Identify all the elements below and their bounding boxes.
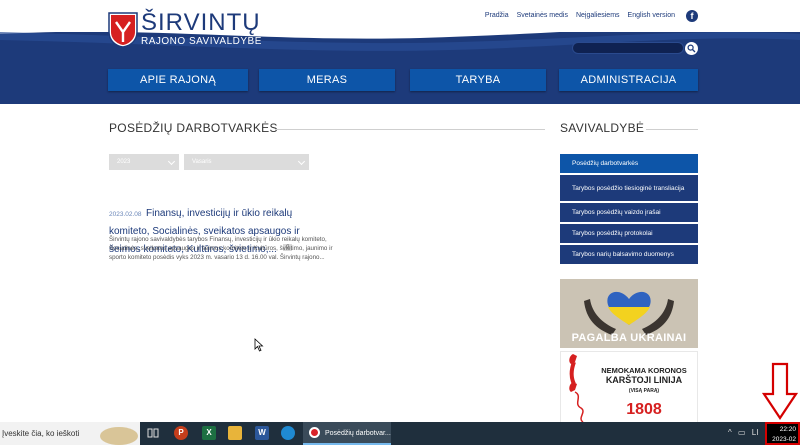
powerpoint-icon[interactable]: P [174,426,188,440]
corona-hotline-banner[interactable]: NEMOKAMA KORONOS KARŠTOJI LINIJA (VISĄ P… [560,351,698,423]
main-navigation: APIE RAJONĄ MERAS TARYBA ADMINISTRACIJA [108,69,698,91]
title-divider [276,129,545,130]
nav-item-council[interactable]: TARYBA [410,69,546,91]
site-header: ŠIRVINTŲ RAJONO SAVIVALDYBĖ Pradžia Svet… [0,0,800,104]
month-select-value: Vasaris [192,159,212,165]
sidebar-title-divider [646,129,698,130]
search-input[interactable] [572,42,684,54]
windows-taskbar: Įveskite čia, ko ieškoti P X W Posėdžių … [0,422,800,445]
site-logo-title[interactable]: ŠIRVINTŲ [141,9,261,37]
edge-icon[interactable] [281,426,295,440]
taskbar-search-box[interactable]: Įveskite čia, ko ieškoti [0,422,140,445]
coat-of-arms-icon[interactable] [108,12,138,48]
tray-network-icon[interactable]: ▭ [738,428,746,437]
task-view-icon[interactable] [146,426,160,440]
link-accessibility[interactable]: Neįgaliesiems [576,12,620,19]
search-highlight-image [100,427,138,445]
chevron-up-icon[interactable]: ^ [728,428,732,437]
hotline-number: 1808 [626,401,662,418]
page-title: POSĖDŽIŲ DARBOTVARKĖS [109,121,278,135]
utility-links: Pradžia Svetainės medis Neįgaliesiems En… [485,12,675,19]
taskbar-clock[interactable]: 22:20 2023-02 [765,422,800,445]
link-english[interactable]: English version [628,12,675,19]
year-select-value: 2023 [117,159,131,165]
link-sitemap[interactable]: Svetainės medis [517,12,568,19]
chevron-down-icon [297,157,306,166]
sidebar-item-protocols[interactable]: Tarybos posėdžių protokolai [560,224,698,245]
month-select[interactable]: Vasaris [184,154,309,170]
sidebar-menu: Posėdžių darbotvarkės Tarybos posėdžio t… [560,154,698,266]
word-icon[interactable]: W [255,426,269,440]
search-button[interactable] [685,42,698,55]
hotline-line2: KARŠTOJI LINIJA [605,375,683,385]
file-explorer-icon[interactable] [228,426,242,440]
clock-date: 2023-02 [772,436,796,443]
nav-item-administration[interactable]: ADMINISTRACIJA [559,69,698,91]
facebook-icon[interactable]: f [686,10,698,22]
sidebar-item-agendas[interactable]: Posėdžių darbotvarkės [560,154,698,175]
hotline-line3: (VISĄ PARĄ) [628,388,660,394]
sidebar-item-live-stream[interactable]: Tarybos posėdžio tiesioginė transliacija [560,175,698,203]
taskbar-active-browser-app[interactable]: Posėdžių darbotvar... [303,422,391,445]
hotline-line1: NEMOKAMA KORONOS [601,366,687,375]
article-excerpt: Širvintų rajono savivaldybės tarybos Fin… [109,236,333,261]
tray-language[interactable]: LI [752,428,759,437]
site-logo-subtitle: RAJONO SAVIVALDYBĖ [141,36,262,47]
browser-viewport: ŠIRVINTŲ RAJONO SAVIVALDYBĖ Pradžia Svet… [0,0,800,445]
taskbar-active-app-label: Posėdžių darbotvar... [325,430,391,437]
taskbar-search-text: Įveskite čia, ko ieškoti [2,429,80,438]
chevron-down-icon [167,157,176,166]
article-date: 2023.02.08 [109,211,142,218]
red-arrow-annotation-icon [762,362,798,420]
sidebar-item-video-records[interactable]: Tarybos posėdžių vaizdo įrašai [560,203,698,224]
link-home[interactable]: Pradžia [485,12,509,19]
mouse-cursor-icon [254,338,264,352]
opera-icon [309,427,320,438]
nav-item-about[interactable]: APIE RAJONĄ [108,69,248,91]
year-select[interactable]: 2023 [109,154,179,170]
system-tray[interactable]: ^ ▭ LI [728,428,758,437]
ukraine-banner-text: PAGALBA UKRAINAI [571,332,687,344]
nav-item-mayor[interactable]: MERAS [259,69,395,91]
sidebar-item-voting-data[interactable]: Tarybos narių balsavimo duomenys [560,245,698,266]
search-icon [687,44,696,53]
clock-time: 22:20 [779,426,796,433]
ukraine-help-banner[interactable]: PAGALBA UKRAINAI [560,279,698,348]
sidebar-title: SAVIVALDYBĖ [560,121,645,135]
excel-icon[interactable]: X [202,426,216,440]
